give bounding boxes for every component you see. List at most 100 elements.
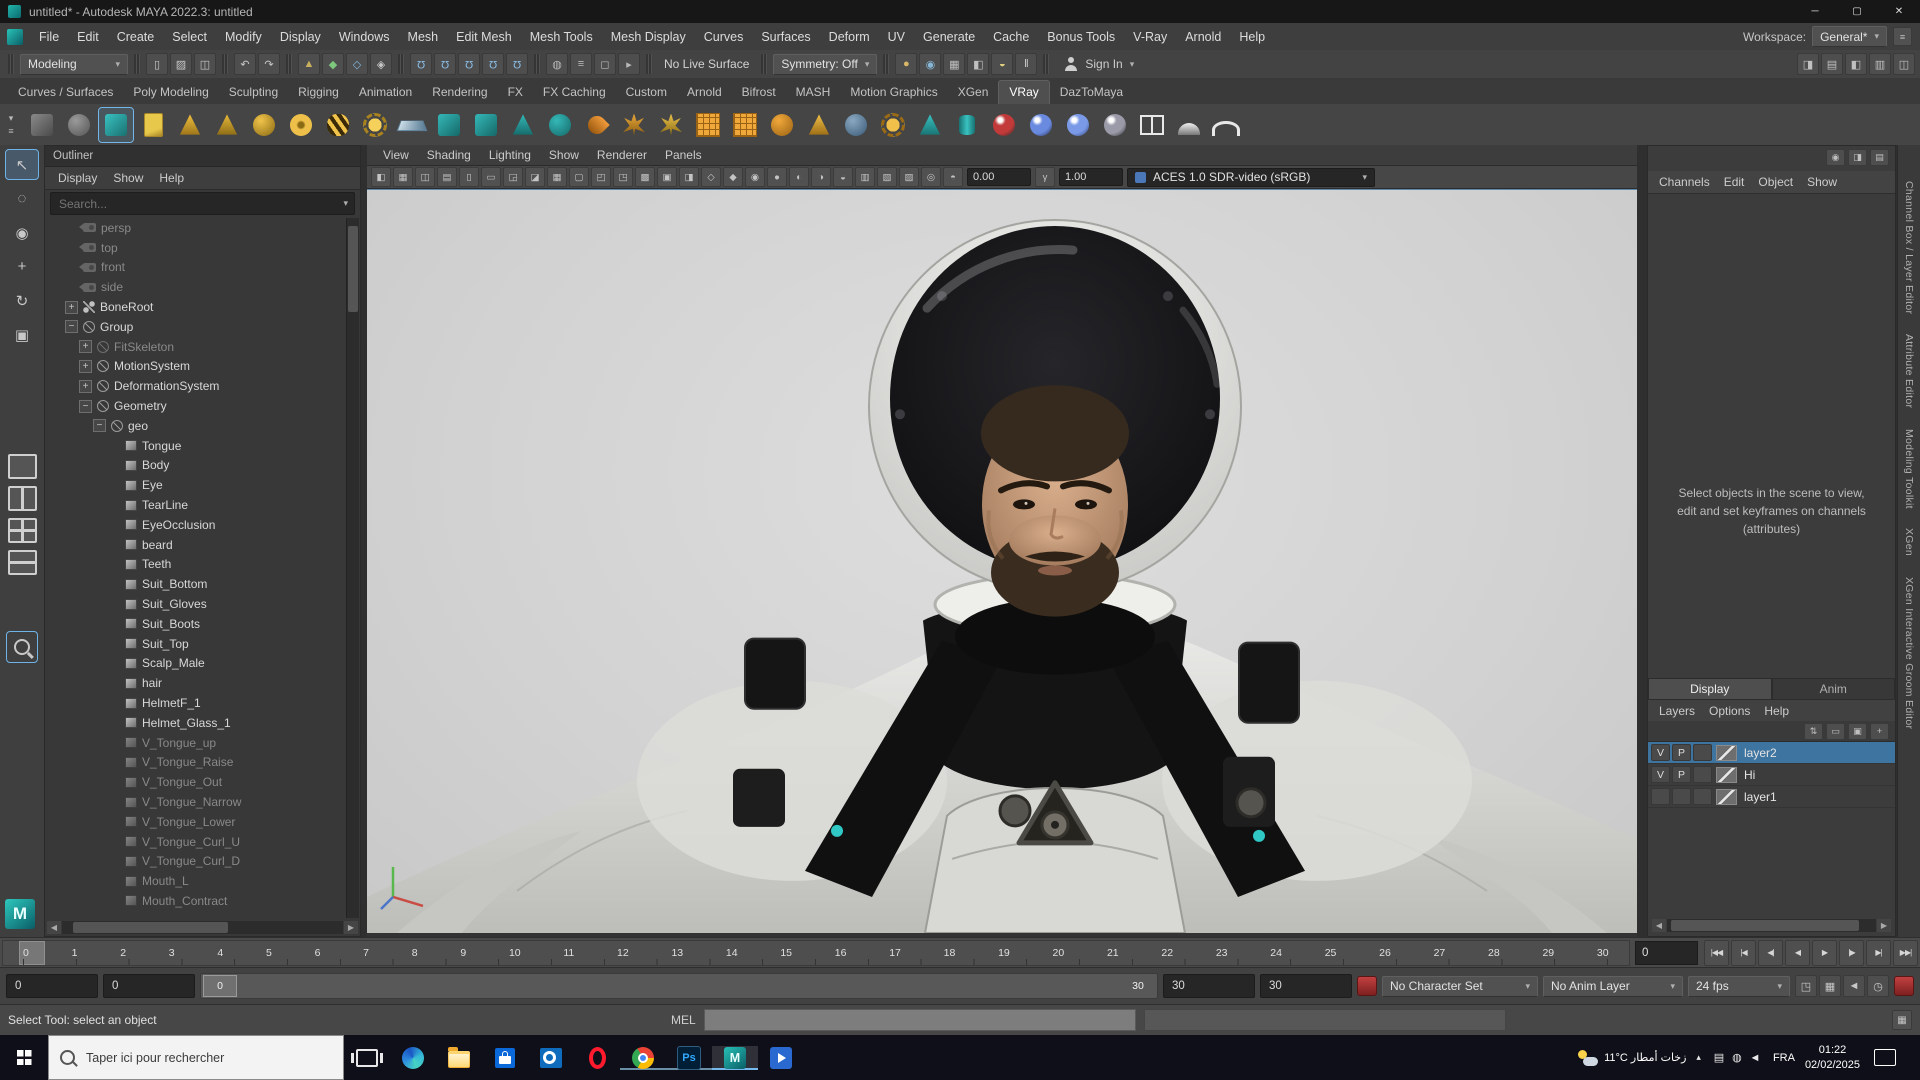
start-button[interactable] (0, 1035, 48, 1080)
expand-toggle-icon[interactable] (107, 479, 120, 492)
shelf-options-icon[interactable]: ≡ (8, 126, 13, 136)
expand-toggle-icon[interactable]: + (79, 379, 92, 393)
expand-toggle-icon[interactable] (65, 221, 78, 234)
new-layer-from-selected-icon[interactable]: + (1870, 722, 1889, 740)
shelf-tab[interactable]: Motion Graphics (840, 81, 947, 104)
layer-options-icon[interactable]: ▭ (1826, 722, 1845, 740)
shelf-tab[interactable]: MASH (786, 81, 841, 104)
menu-item[interactable]: Help (1230, 30, 1274, 44)
menu-item[interactable]: Bonus Tools (1038, 30, 1124, 44)
lamp-shelf-icon[interactable] (173, 108, 207, 142)
sound-icon[interactable]: ◄ (1843, 975, 1865, 997)
channel-display-mode-icon[interactable]: ◨ (1848, 149, 1867, 166)
expand-toggle-icon[interactable] (107, 439, 120, 452)
highlight-selection-icon[interactable]: ▸ (618, 53, 640, 75)
expand-toggle-icon[interactable] (107, 558, 120, 571)
channel-box-menu-item[interactable]: Object (1751, 175, 1800, 189)
layer-visibility-toggle[interactable]: V (1651, 744, 1670, 761)
outliner-item[interactable]: V_Tongue_Lower (47, 812, 346, 832)
script-editor-icon[interactable]: ▦ (1892, 1010, 1912, 1030)
pan-zoom-icon[interactable]: ◲ (503, 167, 523, 187)
two-pane-layout-button[interactable] (7, 486, 37, 511)
shelf-tab[interactable]: VRay (998, 80, 1050, 104)
shelf-tab[interactable]: Sculpting (219, 81, 288, 104)
wireframe-shaded-icon[interactable]: ▨ (899, 167, 919, 187)
make-live-icon[interactable]: ◍ (546, 53, 568, 75)
outliner-item[interactable]: − Geometry (47, 396, 346, 416)
shelf-tab[interactable]: Bifrost (732, 81, 786, 104)
menu-item[interactable]: V-Ray (1124, 30, 1176, 44)
scroll-right-icon[interactable]: ▶ (344, 921, 358, 934)
shelf-tab-menu-icon[interactable]: ▾ (9, 113, 14, 123)
split-pane-layout-button[interactable] (7, 550, 37, 575)
motion-blur-icon[interactable]: ◒ (833, 167, 853, 187)
mel-label[interactable]: MEL (671, 1013, 696, 1027)
touch-keyboard-icon[interactable]: ▤ (1711, 1051, 1727, 1064)
expand-toggle-icon[interactable] (107, 538, 120, 551)
animation-end-field[interactable]: 30 (1260, 974, 1352, 998)
hidden-icons-chevron[interactable]: ▴ (1696, 1052, 1701, 1063)
outliner-item[interactable]: Suit_Gloves (47, 594, 346, 614)
expand-toggle-icon[interactable] (107, 617, 120, 630)
exposure-icon[interactable]: ◓ (943, 167, 963, 187)
play-backwards-button[interactable]: ◀ (1785, 939, 1810, 966)
auto-keyframe-toggle[interactable] (1894, 976, 1914, 996)
expand-toggle-icon[interactable] (65, 261, 78, 274)
menu-item[interactable]: Edit Mesh (447, 30, 521, 44)
outliner-item[interactable]: Mouth_L (47, 871, 346, 891)
snap-to-point-icon[interactable]: Ω (458, 53, 480, 75)
viewport-menu-item[interactable]: Renderer (589, 148, 655, 162)
outliner-vertical-scrollbar[interactable] (346, 218, 359, 918)
outliner-item[interactable]: Suit_Boots (47, 614, 346, 634)
menu-item[interactable]: Modify (216, 30, 271, 44)
layer-editor-tab[interactable]: Anim (1771, 678, 1895, 700)
outliner-item[interactable]: V_Tongue_Curl_U (47, 832, 346, 852)
grass-shelf-icon[interactable] (654, 108, 688, 142)
go-to-start-button[interactable]: |◀◀ (1704, 939, 1729, 966)
layer-sort-icon[interactable]: ⇅ (1804, 722, 1823, 740)
expand-toggle-icon[interactable] (107, 657, 120, 670)
menu-set-dropdown[interactable]: Modeling ▾ (20, 53, 128, 75)
scroll-left-icon[interactable]: ◀ (47, 921, 61, 934)
outliner-search[interactable]: ▾ (50, 192, 355, 215)
menu-item[interactable]: Mesh Tools (521, 30, 602, 44)
fur-grid-shelf-icon[interactable] (691, 108, 725, 142)
multisample-icon[interactable]: ▥ (855, 167, 875, 187)
orange-sphere-shelf-icon[interactable] (765, 108, 799, 142)
shelf-tab[interactable]: Animation (349, 81, 422, 104)
render-settings-icon[interactable]: ▦ (943, 53, 966, 75)
outliner-menu-item[interactable]: Display (51, 171, 104, 185)
half-sphere-shelf-icon[interactable] (839, 108, 873, 142)
pane-layout-shelf-icon[interactable] (1135, 108, 1169, 142)
expand-toggle-icon[interactable] (107, 499, 120, 512)
menu-item[interactable]: Edit (68, 30, 108, 44)
menu-item[interactable]: Windows (330, 30, 399, 44)
channel-box-menu-item[interactable]: Show (1800, 175, 1844, 189)
select-mask-icon[interactable]: ◈ (370, 53, 392, 75)
expand-toggle-icon[interactable] (107, 855, 120, 868)
lasso-tool-icon[interactable]: ◌ (6, 184, 38, 213)
keyframe-icon[interactable] (1357, 976, 1377, 996)
paint-select-tool-icon[interactable]: ◉ (6, 218, 38, 247)
outliner-item[interactable]: beard (47, 535, 346, 555)
file-explorer-icon[interactable] (436, 1046, 482, 1070)
display-settings-icon[interactable]: ◧ (967, 53, 990, 75)
redo-icon[interactable]: ↷ (258, 53, 280, 75)
maximize-button[interactable]: ▢ (1836, 0, 1878, 23)
outliner-item[interactable]: V_Tongue_Out (47, 772, 346, 792)
gear-shelf-icon[interactable] (876, 108, 910, 142)
channel-box-menu-item[interactable]: Edit (1717, 175, 1752, 189)
expand-toggle-icon[interactable] (107, 756, 120, 769)
outliner-item[interactable]: Tongue (47, 436, 346, 456)
expand-toggle-icon[interactable] (107, 518, 120, 531)
expand-toggle-icon[interactable] (107, 815, 120, 828)
expand-toggle-icon[interactable] (107, 677, 120, 690)
open-scene-icon[interactable]: ▨ (170, 53, 192, 75)
maya-icon[interactable]: M (712, 1045, 758, 1070)
expand-toggle-icon[interactable] (107, 835, 120, 848)
workspace-dropdown[interactable]: General* ▾ (1812, 26, 1887, 47)
layer-playback-toggle[interactable]: P (1672, 766, 1691, 783)
network-icon[interactable]: ◍ (1729, 1051, 1745, 1064)
playblast-icon[interactable]: ◳ (1795, 975, 1817, 997)
xray-icon[interactable]: ◎ (921, 167, 941, 187)
